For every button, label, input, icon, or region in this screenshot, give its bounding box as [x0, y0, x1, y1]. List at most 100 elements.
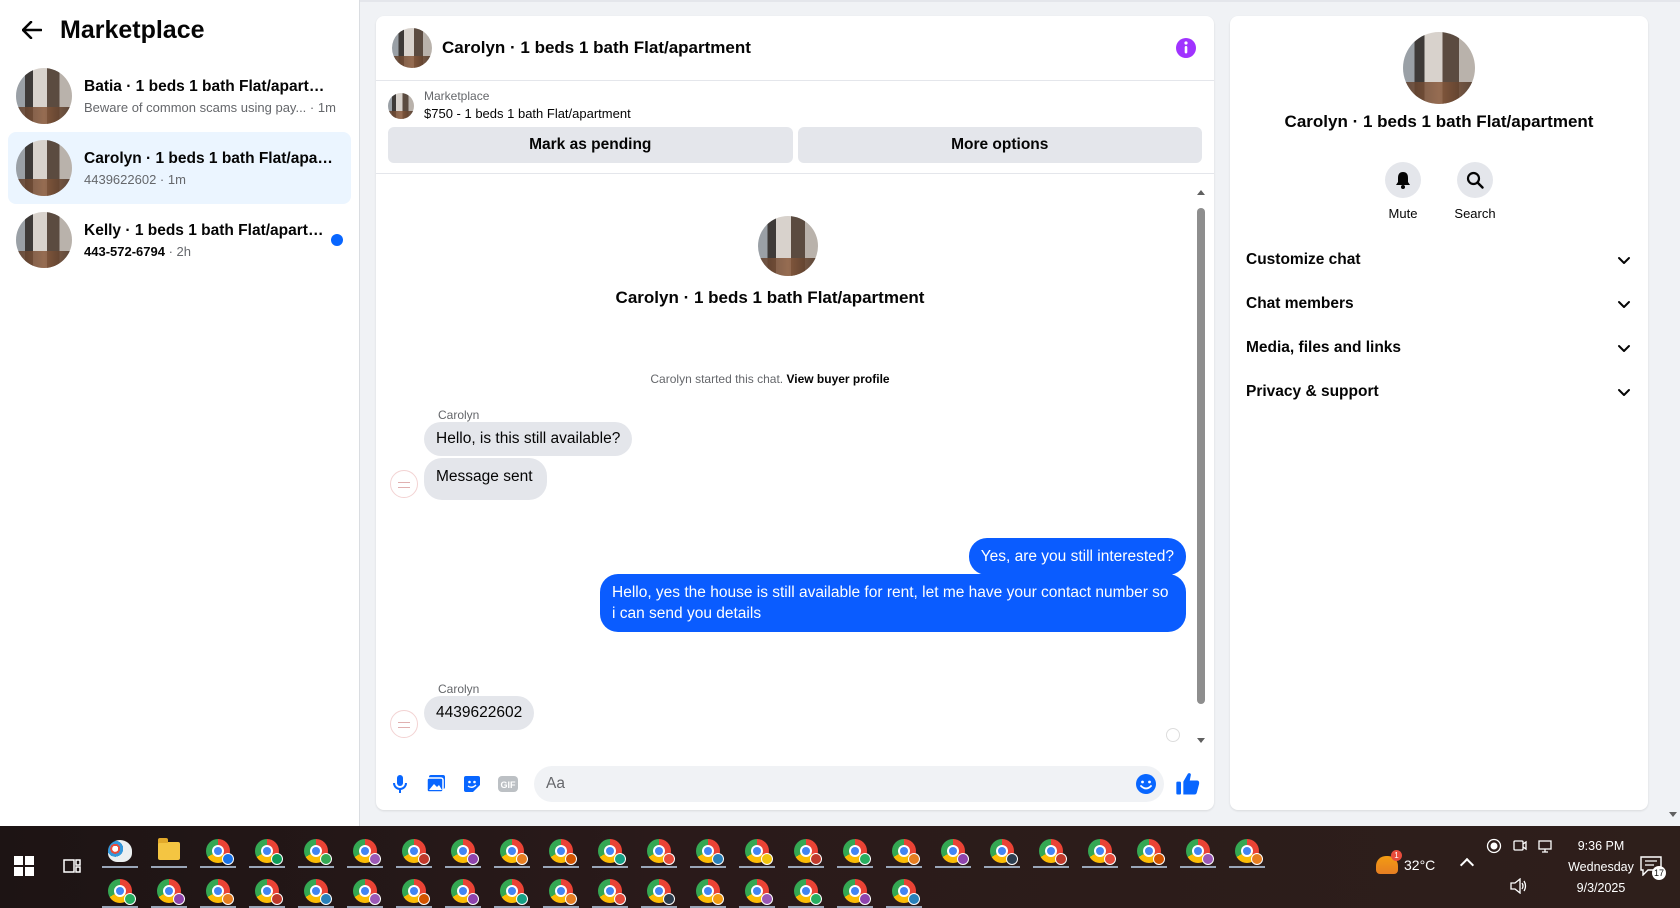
network-icon[interactable] [1538, 838, 1554, 854]
photo-gallery-icon[interactable] [424, 772, 448, 796]
taskbar-chrome[interactable] [739, 874, 775, 908]
taskbar-chrome[interactable] [494, 834, 530, 868]
show-hidden-icons-chevron-icon[interactable] [1459, 857, 1475, 873]
mute-button[interactable]: Mute [1384, 162, 1422, 221]
taskbar-chrome[interactable] [984, 834, 1020, 868]
listing-price[interactable]: $750 - 1 beds 1 bath Flat/apartment [424, 106, 631, 121]
taskbar-chrome[interactable] [445, 834, 481, 868]
taskbar-chrome[interactable] [151, 874, 187, 908]
taskbar-chrome[interactable] [298, 834, 334, 868]
taskbar-paint-app[interactable] [102, 834, 138, 868]
taskbar-chrome[interactable] [886, 874, 922, 908]
taskbar-chrome[interactable] [396, 834, 432, 868]
conversation-title: Batia · 1 beds 1 bath Flat/apartment [84, 77, 334, 95]
taskbar-chrome[interactable] [641, 834, 677, 868]
taskbar-chrome[interactable] [837, 834, 873, 868]
taskbar-chrome[interactable] [592, 834, 628, 868]
view-buyer-profile-link[interactable]: View buyer profile [786, 372, 889, 386]
scroll-up-arrow-icon[interactable] [1197, 190, 1205, 195]
taskbar-chrome[interactable] [1033, 834, 1069, 868]
taskbar-file-explorer[interactable] [151, 834, 187, 868]
chat-title[interactable]: Carolyn · 1 beds 1 bath Flat/apartment [442, 38, 1174, 58]
taskbar-chrome[interactable] [249, 874, 285, 908]
incoming-message[interactable]: Message sent [424, 458, 547, 500]
record-icon[interactable] [1486, 838, 1502, 854]
conversation-item-carolyn[interactable]: Carolyn · 1 beds 1 bath Flat/apartm... 4… [8, 132, 351, 204]
intro-avatar [758, 216, 818, 276]
back-arrow-icon[interactable] [20, 18, 44, 42]
scroll-down-arrow-icon[interactable] [1669, 812, 1677, 817]
search-button[interactable]: Search [1454, 162, 1496, 221]
thumbs-up-icon[interactable] [1174, 770, 1202, 798]
taskbar-chrome[interactable] [1131, 834, 1167, 868]
listing-thumbnail[interactable] [388, 93, 414, 119]
chat-started-notice: Carolyn started this chat. View buyer pr… [650, 372, 890, 386]
taskbar-chrome[interactable] [200, 834, 236, 868]
taskbar-row-1 [102, 834, 1265, 868]
taskbar-chrome[interactable] [641, 874, 677, 908]
page-scrollbar[interactable] [1666, 0, 1680, 826]
taskbar-chrome[interactable] [690, 874, 726, 908]
incoming-message[interactable]: Hello, is this still available? [424, 422, 633, 456]
taskbar-chrome[interactable] [1082, 834, 1118, 868]
taskbar-chrome[interactable] [543, 874, 579, 908]
intro-title: Carolyn · 1 beds 1 bath Flat/apartment [615, 288, 925, 307]
taskbar-chrome[interactable] [347, 834, 383, 868]
task-view-icon[interactable] [62, 856, 82, 876]
mark-as-pending-button[interactable]: Mark as pending [388, 127, 793, 163]
meet-now-icon[interactable] [1512, 838, 1528, 854]
scroll-down-arrow-icon[interactable] [1197, 738, 1205, 743]
gif-icon[interactable]: GIF [496, 772, 520, 796]
weather-widget[interactable]: 32°C [1376, 850, 1435, 874]
taskbar-chrome[interactable] [837, 874, 873, 908]
notification-center-button[interactable]: 17 [1640, 856, 1666, 880]
section-customize-chat[interactable]: Customize chat [1238, 238, 1640, 282]
taskbar-chrome[interactable] [935, 834, 971, 868]
taskbar-chrome[interactable] [1229, 834, 1265, 868]
conversation-title: Carolyn · 1 beds 1 bath Flat/apartm... [84, 149, 334, 167]
emoji-icon[interactable] [1134, 772, 1158, 796]
outgoing-message[interactable]: Yes, are you still interested? [968, 538, 1186, 575]
conversation-item-batia[interactable]: Batia · 1 beds 1 bath Flat/apartment Bew… [8, 60, 351, 132]
clock-day: Wednesday [1568, 860, 1634, 874]
taskbar-chrome[interactable] [592, 874, 628, 908]
taskbar-chrome[interactable] [396, 874, 432, 908]
taskbar-chrome[interactable] [886, 834, 922, 868]
listing-bar: Marketplace $750 - 1 beds 1 bath Flat/ap… [376, 81, 1214, 174]
details-avatar[interactable] [1403, 32, 1475, 104]
taskbar-chrome[interactable] [249, 834, 285, 868]
sidebar-title: Marketplace [60, 15, 205, 44]
taskbar-chrome[interactable] [788, 834, 824, 868]
taskbar-chrome[interactable] [347, 874, 383, 908]
taskbar-chrome[interactable] [102, 874, 138, 908]
chat-header-avatar[interactable] [392, 28, 432, 68]
sticker-icon[interactable] [460, 772, 484, 796]
conversation-preview: 443-572-6794 · 2h [84, 243, 191, 259]
windows-start-icon[interactable] [14, 856, 34, 876]
outgoing-message[interactable]: Hello, yes the house is still available … [600, 574, 1186, 632]
conversation-avatar [16, 68, 72, 124]
message-input[interactable] [546, 775, 1134, 793]
taskbar-chrome[interactable] [298, 874, 334, 908]
info-icon[interactable] [1174, 36, 1198, 60]
taskbar-chrome[interactable] [200, 874, 236, 908]
taskbar-chrome[interactable] [690, 834, 726, 868]
taskbar-chrome[interactable] [1180, 834, 1216, 868]
taskbar-chrome[interactable] [445, 874, 481, 908]
windows-taskbar: 32°C 9:36 PM Wednesday 9/3/2025 17 [0, 826, 1680, 908]
scroll-thumb[interactable] [1197, 208, 1205, 704]
system-clock[interactable]: 9:36 PM Wednesday 9/3/2025 [1556, 836, 1646, 899]
incoming-message[interactable]: 4439622602 [424, 696, 535, 730]
taskbar-chrome[interactable] [788, 874, 824, 908]
section-privacy-support[interactable]: Privacy & support [1238, 370, 1640, 414]
microphone-icon[interactable] [388, 772, 412, 796]
section-chat-members[interactable]: Chat members [1238, 282, 1640, 326]
volume-icon[interactable] [1510, 878, 1528, 894]
section-media-files-links[interactable]: Media, files and links [1238, 326, 1640, 370]
taskbar-chrome[interactable] [494, 874, 530, 908]
taskbar-chrome[interactable] [739, 834, 775, 868]
thread-scrollbar[interactable] [1194, 186, 1208, 750]
taskbar-chrome[interactable] [543, 834, 579, 868]
more-options-button[interactable]: More options [797, 127, 1202, 163]
conversation-item-kelly[interactable]: Kelly · 1 beds 1 bath Flat/apartm... 443… [8, 204, 351, 276]
